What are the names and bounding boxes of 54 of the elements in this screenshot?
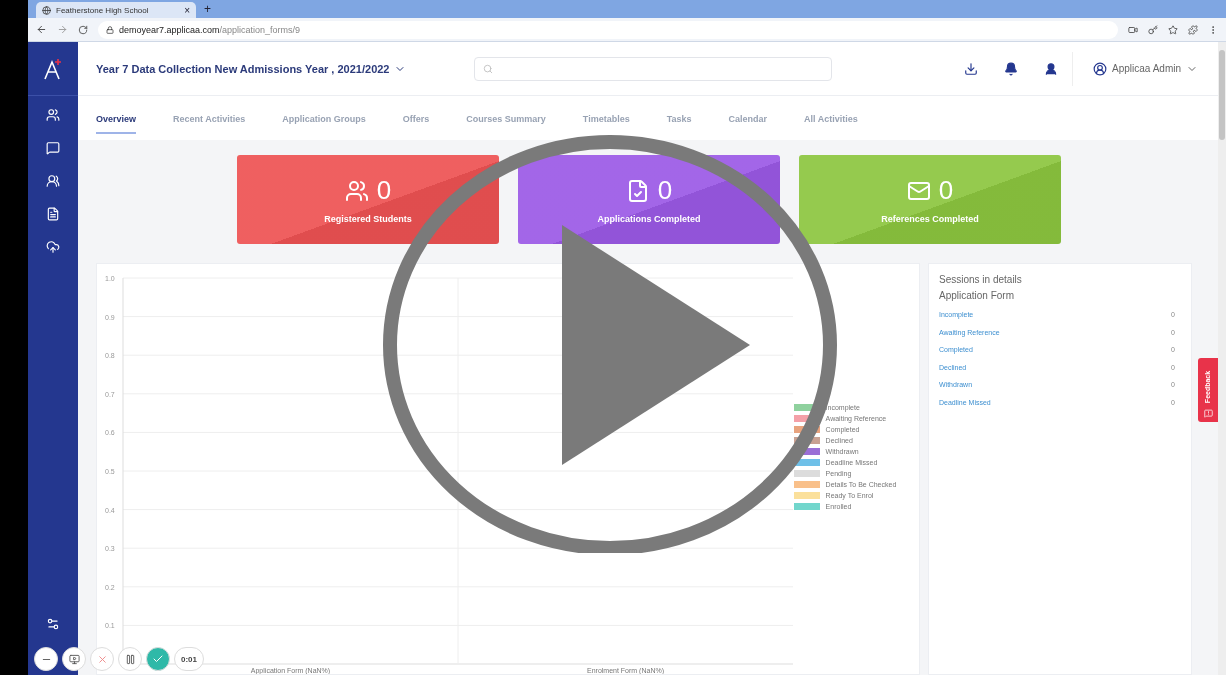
nav-tab[interactable]: Offers [402,102,430,134]
stat-value: 0 [657,175,673,206]
stat-label: Applications Completed [597,214,701,224]
message-icon [1203,409,1213,418]
nav-tab[interactable]: Timetables [582,102,630,134]
search-icon [483,63,493,74]
browser-tab[interactable]: Featherstone High School × [36,2,196,18]
stat-label: Registered Students [324,214,412,224]
address-field[interactable]: demoyear7.applicaa.com/application_forms/9 [98,20,1118,39]
logo-icon[interactable] [43,57,63,80]
bell-icon[interactable] [1004,61,1019,76]
check-icon [152,653,164,665]
screen-button[interactable] [62,647,86,671]
document-icon[interactable] [46,207,60,221]
nav-tab[interactable]: Recent Activities [173,102,246,134]
nav-tab[interactable]: All Activities [804,102,858,134]
back-icon[interactable] [36,24,47,35]
url-text: demoyear7.applicaa.com/application_forms/9 [119,24,301,35]
stat-value: 0 [376,175,392,206]
screen-icon [68,653,80,665]
group-icon[interactable] [46,174,60,188]
stat-label: References Completed [881,214,979,224]
users-icon[interactable] [46,108,60,122]
user-avatar-icon [1093,61,1108,76]
key-icon[interactable] [1148,24,1158,35]
sessions-title: Sessions in details [939,274,1023,285]
sessions-subtitle: Application Form [939,290,1016,301]
user-menu[interactable]: Applicaa Admin [1087,60,1204,77]
nav-tab[interactable]: Tasks [666,102,692,134]
close-tab-button[interactable]: × [184,4,190,16]
camera-icon[interactable] [1128,24,1138,35]
nav-tab[interactable]: Application Groups [282,102,366,134]
lock-icon [106,25,114,34]
nav-tab[interactable]: Overview [96,102,137,134]
tab-title: Featherstone High School [56,5,150,15]
scrollbar[interactable] [1218,42,1226,675]
pause-icon [124,653,136,665]
stat-icon [344,178,369,203]
project-selector[interactable]: Year 7 Data Collection New Admissions Year , 2021/2022 [96,62,474,75]
globe-icon [42,5,51,15]
stat-value: 0 [938,175,954,206]
bookmark-star-icon[interactable] [1168,24,1178,35]
download-icon[interactable] [964,61,979,76]
person-icon[interactable] [1044,61,1059,76]
nav-tab[interactable]: Calendar [728,102,768,134]
nav-tab[interactable]: Courses Summary [466,102,546,134]
close-icon [96,653,108,665]
extensions-icon[interactable] [1188,24,1198,35]
reload-icon[interactable] [78,24,88,35]
cloud-upload-icon[interactable] [46,240,60,254]
search-field[interactable] [474,56,832,81]
new-tab-button[interactable]: + [204,2,211,16]
settings-icon[interactable] [46,617,60,631]
message-icon[interactable] [46,141,60,155]
